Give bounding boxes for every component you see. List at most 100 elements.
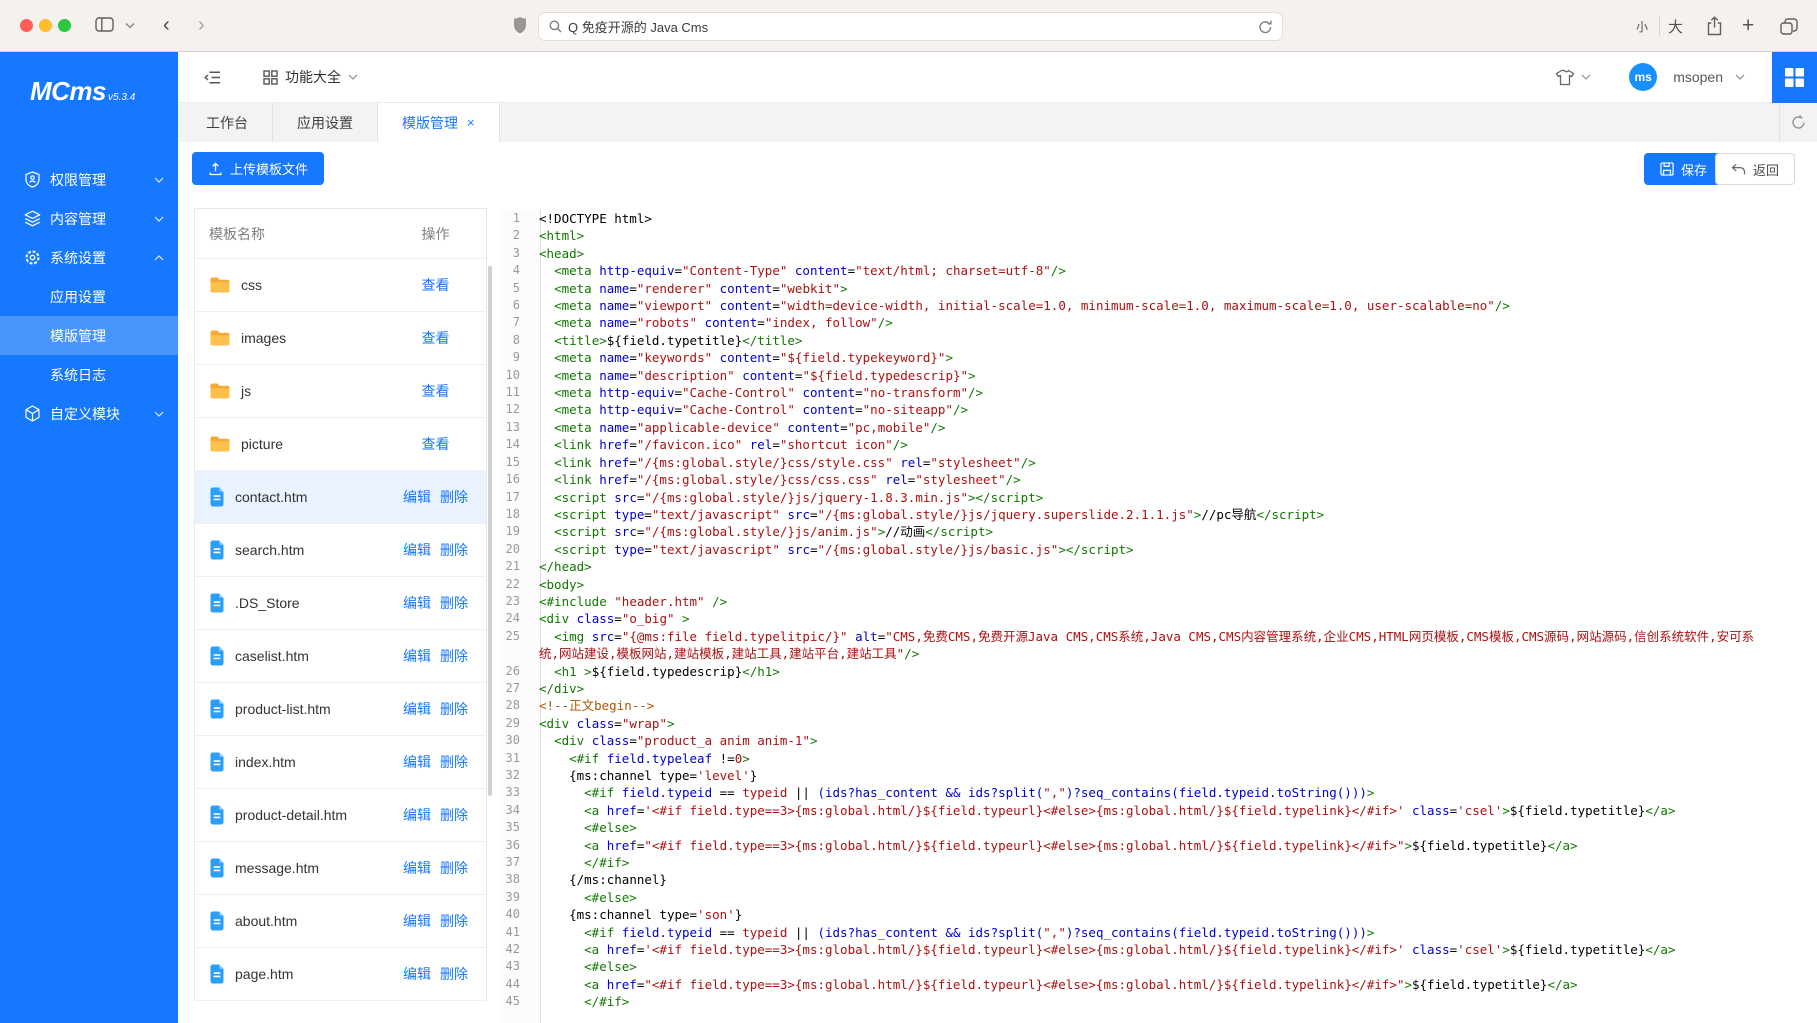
- window-minimize-button[interactable]: [39, 19, 52, 32]
- sidebar-item-permission[interactable]: 权限管理: [0, 160, 178, 199]
- edit-link[interactable]: 编辑: [403, 540, 431, 560]
- apps-grid-button[interactable]: [1772, 52, 1817, 103]
- file-icon: [209, 487, 225, 507]
- privacy-shield-icon[interactable]: [512, 16, 528, 35]
- code-text: <#if field.typeleaf !=0>: [532, 750, 1817, 767]
- appstore-icon: [263, 70, 278, 85]
- edit-link[interactable]: 编辑: [403, 805, 431, 825]
- tab-workbench[interactable]: 工作台: [182, 103, 273, 142]
- delete-link[interactable]: 删除: [440, 699, 468, 719]
- edit-link[interactable]: 编辑: [403, 858, 431, 878]
- delete-link[interactable]: 删除: [440, 593, 468, 613]
- upload-template-button[interactable]: 上传模板文件: [192, 152, 324, 185]
- delete-link[interactable]: 删除: [440, 964, 468, 984]
- table-row[interactable]: message.htm编辑删除: [195, 842, 486, 895]
- sidebar-item-custom-module[interactable]: 自定义模块: [0, 394, 178, 433]
- file-name: js: [241, 381, 251, 401]
- forward-icon[interactable]: ›: [198, 14, 205, 37]
- table-row[interactable]: about.htm 编辑删除: [195, 895, 486, 948]
- code-text: <meta name="description" content="${fiel…: [532, 367, 1817, 384]
- delete-link[interactable]: 删除: [440, 858, 468, 878]
- table-row[interactable]: index.htm编辑删除: [195, 736, 486, 789]
- table-row[interactable]: js 查看: [195, 365, 486, 418]
- code-text: <#else>: [532, 819, 1817, 836]
- username[interactable]: msopen: [1673, 69, 1723, 85]
- window-fullscreen-button[interactable]: [58, 19, 71, 32]
- table-scrollbar[interactable]: [488, 266, 492, 796]
- file-name: about.htm: [235, 911, 297, 931]
- edit-link[interactable]: 编辑: [403, 487, 431, 507]
- file-icon: [209, 752, 225, 772]
- edit-link[interactable]: 编辑: [403, 646, 431, 666]
- code-editor[interactable]: 1<!DOCTYPE html>2<html>3<head>4 <meta ht…: [500, 210, 1817, 1023]
- view-link[interactable]: 查看: [422, 381, 450, 401]
- upload-icon: [208, 161, 223, 176]
- browser-sidebar-icon[interactable]: [95, 17, 114, 32]
- code-text: <!DOCTYPE html>: [532, 210, 1817, 227]
- window-close-button[interactable]: [20, 19, 33, 32]
- view-link[interactable]: 查看: [422, 275, 450, 295]
- delete-link[interactable]: 删除: [440, 540, 468, 560]
- chevron-down-icon: [348, 74, 358, 80]
- line-number: 42: [500, 941, 532, 958]
- delete-link[interactable]: 删除: [440, 646, 468, 666]
- code-text: <div class="product_a anim anim-1">: [532, 732, 1817, 749]
- view-link[interactable]: 查看: [422, 434, 450, 454]
- code-text: <a href='<#if field.type==3>{ms:global.h…: [532, 941, 1817, 958]
- reload-icon[interactable]: [1258, 19, 1273, 35]
- sidebar-item-label: 自定义模块: [50, 404, 120, 424]
- text-zoom-in-button[interactable]: 大: [1668, 0, 1683, 52]
- theme-switcher[interactable]: [1555, 69, 1591, 86]
- feature-menu[interactable]: 功能大全: [263, 67, 358, 87]
- delete-link[interactable]: 删除: [440, 487, 468, 507]
- code-text: <meta http-equiv="Content-Type" content=…: [532, 262, 1817, 279]
- table-row[interactable]: page.htm编辑删除: [195, 948, 486, 1001]
- delete-link[interactable]: 删除: [440, 752, 468, 772]
- menu-fold-icon[interactable]: [204, 70, 221, 85]
- close-tab-icon[interactable]: ×: [467, 115, 475, 130]
- save-button[interactable]: 保存: [1644, 153, 1723, 185]
- sidebar-item-content[interactable]: 内容管理: [0, 199, 178, 238]
- table-row[interactable]: picture查看: [195, 418, 486, 471]
- sidebar-item-app-settings[interactable]: 应用设置: [0, 277, 178, 316]
- back-icon[interactable]: ‹: [163, 14, 170, 37]
- refresh-tab-button[interactable]: [1779, 103, 1817, 142]
- column-actions: 操作: [385, 224, 486, 244]
- new-tab-icon[interactable]: +: [1742, 0, 1754, 52]
- sidebar-item-template-manage[interactable]: 模版管理: [0, 316, 178, 355]
- table-row[interactable]: caselist.htm编辑删除: [195, 630, 486, 683]
- table-row[interactable]: product-list.htm编辑删除: [195, 683, 486, 736]
- tab-label: 应用设置: [297, 113, 353, 133]
- chevron-down-icon[interactable]: [125, 22, 135, 29]
- text-zoom-out-button[interactable]: 小: [1636, 0, 1648, 52]
- code-line: 28<!--正文begin-->: [500, 697, 1817, 714]
- sidebar-item-system-settings[interactable]: 系统设置: [0, 238, 178, 277]
- table-row[interactable]: images查看: [195, 312, 486, 365]
- code-line: 43 <#else>: [500, 958, 1817, 975]
- edit-link[interactable]: 编辑: [403, 964, 431, 984]
- view-link[interactable]: 查看: [422, 328, 450, 348]
- table-row[interactable]: .DS_Store 编辑删除: [195, 577, 486, 630]
- code-text: {ms:channel type='level'}: [532, 767, 1817, 784]
- delete-link[interactable]: 删除: [440, 911, 468, 931]
- edit-link[interactable]: 编辑: [403, 699, 431, 719]
- table-row[interactable]: search.htm编辑删除: [195, 524, 486, 577]
- app-logo[interactable]: MCms v5.3.4: [30, 76, 178, 107]
- sidebar-item-system-logs[interactable]: 系统日志: [0, 355, 178, 394]
- share-icon[interactable]: [1706, 0, 1723, 52]
- delete-link[interactable]: 删除: [440, 805, 468, 825]
- table-row[interactable]: contact.htm编辑删除: [195, 471, 486, 524]
- avatar[interactable]: ms: [1629, 63, 1657, 91]
- chevron-down-icon[interactable]: [1735, 74, 1745, 80]
- tab-template-manage[interactable]: 模版管理×: [378, 103, 500, 142]
- back-button[interactable]: 返回: [1715, 153, 1795, 185]
- table-row[interactable]: css查看: [195, 259, 486, 312]
- edit-link[interactable]: 编辑: [403, 593, 431, 613]
- tab-app-settings[interactable]: 应用设置: [273, 103, 378, 142]
- table-row[interactable]: product-detail.htm编辑删除: [195, 789, 486, 842]
- address-bar[interactable]: Q 免疫开源的 Java Cms: [538, 12, 1283, 41]
- file-name: .DS_Store: [235, 593, 300, 613]
- tab-overview-icon[interactable]: [1780, 0, 1799, 52]
- edit-link[interactable]: 编辑: [403, 911, 431, 931]
- edit-link[interactable]: 编辑: [403, 752, 431, 772]
